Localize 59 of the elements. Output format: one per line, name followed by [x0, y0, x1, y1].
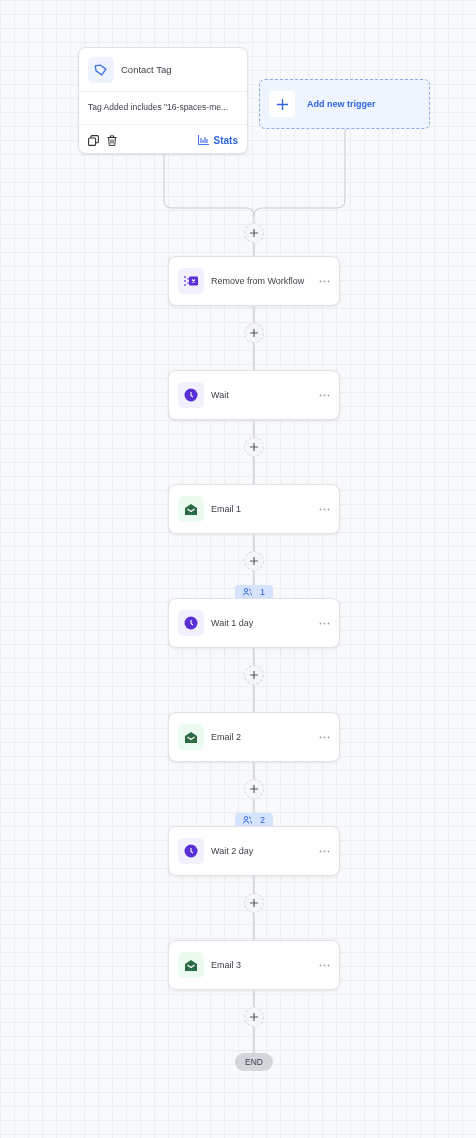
- add-step-button[interactable]: [244, 665, 264, 685]
- add-step-button[interactable]: [244, 437, 264, 457]
- add-step-button[interactable]: [244, 323, 264, 343]
- end-label: END: [235, 1053, 273, 1071]
- add-step-button[interactable]: [244, 551, 264, 571]
- step-title: Email 3: [211, 960, 242, 970]
- more-icon[interactable]: [319, 393, 330, 397]
- trigger-description: Tag Added includes "16-spaces-me...: [87, 101, 230, 114]
- clock-icon: [178, 382, 204, 408]
- trigger-title: Contact Tag: [121, 64, 172, 75]
- plus-icon: [250, 1013, 258, 1021]
- plus-icon: [250, 899, 258, 907]
- clock-icon: [178, 610, 204, 636]
- bar-chart-icon: [197, 135, 209, 145]
- more-icon[interactable]: [319, 507, 330, 511]
- plus-icon: [250, 785, 258, 793]
- add-step-button[interactable]: [244, 1007, 264, 1027]
- copy-icon[interactable]: [88, 134, 99, 146]
- step-title: Wait 2 day: [211, 846, 255, 856]
- workflow-step-card[interactable]: Email 1: [168, 484, 340, 534]
- more-icon[interactable]: [319, 735, 330, 739]
- add-step-button[interactable]: [244, 223, 264, 243]
- contact-count-badge: 2: [235, 813, 273, 826]
- more-icon[interactable]: [319, 279, 330, 283]
- step-title: Email 2: [211, 732, 242, 742]
- envelope-icon: [178, 724, 204, 750]
- more-icon[interactable]: [319, 849, 330, 853]
- workflow-step-card[interactable]: Wait: [168, 370, 340, 420]
- step-title: Wait: [211, 390, 230, 400]
- trigger-card[interactable]: Contact Tag Tag Added includes "16-spaces-me... Stats: [78, 47, 248, 154]
- plus-icon: [250, 671, 258, 679]
- workflow-step-card[interactable]: Email 3: [168, 940, 340, 990]
- plus-icon: [250, 443, 258, 451]
- workflow-step-card[interactable]: Wait 2 day: [168, 826, 340, 876]
- contact-count-badge: 1: [235, 585, 273, 598]
- plus-icon: [250, 229, 258, 237]
- plus-icon: [276, 98, 288, 110]
- workflow-step-card[interactable]: Remove from Workflow: [168, 256, 340, 306]
- step-title: Remove from Workflow: [211, 276, 306, 286]
- more-icon[interactable]: [319, 963, 330, 967]
- remove-icon: [178, 268, 204, 294]
- trash-icon[interactable]: [107, 134, 117, 146]
- workflow-step-card[interactable]: Wait 1 day: [168, 598, 340, 648]
- step-title: Wait 1 day: [211, 618, 255, 628]
- stats-button[interactable]: Stats: [197, 134, 238, 146]
- tag-icon: [88, 56, 114, 83]
- envelope-icon: [178, 496, 204, 522]
- plus-icon: [250, 329, 258, 337]
- people-icon: [243, 587, 252, 596]
- add-step-button[interactable]: [244, 779, 264, 799]
- add-step-button[interactable]: [244, 893, 264, 913]
- people-icon: [243, 815, 252, 824]
- step-title: Email 1: [211, 504, 242, 514]
- workflow-step-card[interactable]: Email 2: [168, 712, 340, 762]
- plus-icon: [250, 557, 258, 565]
- more-icon[interactable]: [319, 621, 330, 625]
- envelope-icon: [178, 952, 204, 978]
- add-trigger-button[interactable]: Add new trigger: [259, 79, 430, 129]
- clock-icon: [178, 838, 204, 864]
